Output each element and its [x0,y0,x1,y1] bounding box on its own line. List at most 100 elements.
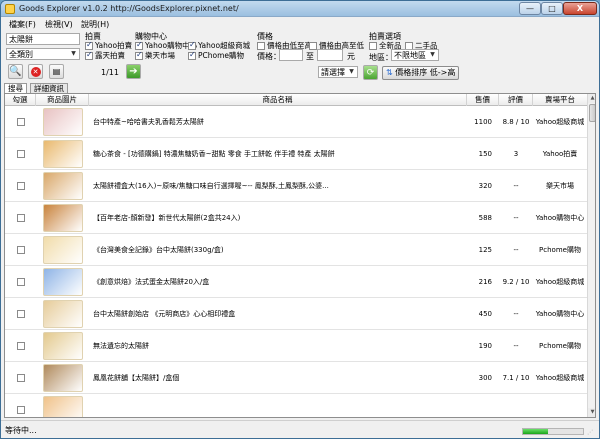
price-sort-button[interactable]: ⇅ 價格排序 低->高 [382,66,460,80]
category-select[interactable]: 全類別 ▼ [6,48,80,60]
table-row[interactable]: 【百年老店-顏新發】新世代太陽餅(2盒共24入) 588 -- Yahoo購物中心 [5,202,587,234]
product-thumbnail[interactable] [43,364,83,392]
keyword-input[interactable]: 太陽餅 [6,33,80,45]
row-checkbox[interactable] [17,310,25,318]
checkbox-box [188,50,196,60]
product-name[interactable]: 太陽餅禮盒大(16入)~原味/焦糖口味自行選擇喔~-- 鳳梨酥,土鳳梨酥,公婆.… [93,170,465,202]
row-checkbox[interactable] [17,214,25,222]
product-platform: Pchome購物 [539,246,581,254]
region-label: 地區： [369,53,393,62]
app-window: Goods Explorer v1.0.2 http://GoodsExplor… [0,0,600,439]
vertical-scrollbar[interactable]: ▲ ▼ [587,94,595,417]
row-checkbox[interactable] [17,342,25,350]
product-rating: 3 [513,150,519,158]
scroll-down-icon[interactable]: ▼ [588,408,595,417]
price-unit-label: 元 [347,52,355,61]
apply-sort-button[interactable]: ⟳ [363,65,378,80]
table-row[interactable]: 《創意烘焙》法式蛋金太陽餅20入/盒 216 9.2 / 10 Yahoo超級商城 [5,266,587,298]
menu-file[interactable]: 檔案(F) [9,19,36,30]
app-icon [5,4,15,14]
product-thumbnail[interactable] [43,396,83,417]
scroll-thumb[interactable] [589,104,595,122]
column-price[interactable]: 售價 [467,94,499,106]
search-panel: 太陽餅 全類別 ▼ 🔍 ✕ ▤ 1/11 ➔ 拍賣 Yahoo拍賣 露天拍賣 購… [1,30,599,83]
product-name[interactable] [93,394,465,417]
row-checkbox[interactable] [17,150,25,158]
table-row[interactable]: 無法遺忘的太陽餅 190 -- Pchome購物 [5,330,587,362]
sort-select[interactable]: 請選擇 ▼ [318,66,358,78]
minimize-button[interactable]: — [519,2,541,15]
table-row[interactable] [5,394,587,417]
row-checkbox[interactable] [17,246,25,254]
page-indicator: 1/11 [101,68,119,77]
product-thumbnail[interactable] [43,172,83,200]
product-thumbnail[interactable] [43,140,83,168]
chevron-down-icon: ▼ [430,51,435,58]
resize-grip-icon[interactable]: ⋰ [587,429,597,438]
product-platform: Yahoo購物中心 [535,214,585,222]
table-row[interactable]: 鳳凰花餅舖【太陽餅】/盒個 300 7.1 / 10 Yahoo超級商城 [5,362,587,394]
product-price: 300 [478,374,492,382]
product-thumbnail[interactable] [43,300,83,328]
list-view-button[interactable]: ▤ [49,64,64,79]
row-checkbox[interactable] [17,374,25,382]
product-name[interactable]: 鳳凰花餅舖【太陽餅】/盒個 [93,362,465,394]
product-price: 588 [478,214,492,222]
column-platform[interactable]: 賣場平台 [533,94,587,106]
grid-rows: 台中特產~哈哈書夫乳香鬆芳太陽餅 1100 8.8 / 10 Yahoo超級商城 糖心茶… [5,106,587,417]
product-platform: Pchome購物 [539,342,581,350]
product-name[interactable]: 《創意烘焙》法式蛋金太陽餅20入/盒 [93,266,465,298]
title-bar[interactable]: Goods Explorer v1.0.2 http://GoodsExplor… [1,1,599,17]
menu-bar: 檔案(F) 檢視(V) 說明(H) [1,18,599,30]
menu-view[interactable]: 檢視(V) [45,19,73,30]
product-price: 125 [478,246,492,254]
column-name[interactable]: 商品名稱 [89,94,467,106]
product-thumbnail[interactable] [43,204,83,232]
column-rating[interactable]: 評價 [499,94,533,106]
column-image[interactable]: 商品圖片 [36,94,89,106]
price-max-input[interactable] [317,49,343,61]
table-row[interactable]: 《台灣美食全記錄》台中太陽餅(330g/盒) 125 -- Pchome購物 [5,234,587,266]
product-rating: -- [513,246,519,254]
product-name[interactable]: 台中特產~哈哈書夫乳香鬆芳太陽餅 [93,106,465,138]
product-thumbnail[interactable] [43,332,83,360]
region-select[interactable]: 不限地區 ▼ [391,49,439,61]
column-select[interactable]: 勾選 [5,94,36,106]
product-name[interactable]: 無法遺忘的太陽餅 [93,330,465,362]
product-thumbnail[interactable] [43,236,83,264]
checkbox-label: 露天拍賣 [95,51,125,60]
row-checkbox[interactable] [17,278,25,286]
scroll-up-icon[interactable]: ▲ [588,94,595,103]
checkbox-rakuten[interactable]: 樂天市場 [135,50,175,61]
tab-details[interactable]: 詳細資訊 [30,83,68,93]
table-row[interactable]: 台中特產~哈哈書夫乳香鬆芳太陽餅 1100 8.8 / 10 Yahoo超級商城 [5,106,587,138]
checkbox-pchome[interactable]: PChome購物 [188,50,244,61]
product-price: 150 [478,150,492,158]
row-checkbox[interactable] [17,182,25,190]
checkbox-label: PChome購物 [198,51,245,60]
row-checkbox[interactable] [17,118,25,126]
product-name[interactable]: 糖心茶食 - [功德購鍋] 特濃焦糖奶香~甜點 零食 手工餅乾 伴手禮 特產 太… [93,138,465,170]
checkbox-ruten-auction[interactable]: 露天拍賣 [85,50,125,61]
product-name[interactable]: 《台灣美食全記錄》台中太陽餅(330g/盒) [93,234,465,266]
checkbox-label: 樂天市場 [145,51,175,60]
product-name[interactable]: 【百年老店-顏新發】新世代太陽餅(2盒共24入) [93,202,465,234]
price-sort-label: 價格排序 低->高 [395,68,456,77]
product-thumbnail[interactable] [43,268,83,296]
grid-header: 勾選 商品圖片 商品名稱 售價 評價 賣場平台 [5,94,587,106]
close-button[interactable]: X [563,2,597,15]
search-button[interactable]: 🔍 [8,64,23,79]
price-min-input[interactable] [279,49,303,61]
stop-button[interactable]: ✕ [28,64,43,79]
stop-icon: ✕ [30,67,41,77]
product-name[interactable]: 台中太陽餅創始店 《元明商店》心心相印禮盒 [93,298,465,330]
product-thumbnail[interactable] [43,108,83,136]
table-row[interactable]: 太陽餅禮盒大(16入)~原味/焦糖口味自行選擇喔~-- 鳳梨酥,土鳳梨酥,公婆.… [5,170,587,202]
table-row[interactable]: 糖心茶食 - [功德購鍋] 特濃焦糖奶香~甜點 零食 手工餅乾 伴手禮 特產 太… [5,138,587,170]
table-row[interactable]: 台中太陽餅創始店 《元明商店》心心相印禮盒 450 -- Yahoo購物中心 [5,298,587,330]
row-checkbox[interactable] [17,406,25,414]
window-title: Goods Explorer v1.0.2 http://GoodsExplor… [19,4,239,13]
next-page-button[interactable]: ➔ [126,64,141,79]
menu-help[interactable]: 說明(H) [81,19,109,30]
maximize-button[interactable]: □ [541,2,563,15]
